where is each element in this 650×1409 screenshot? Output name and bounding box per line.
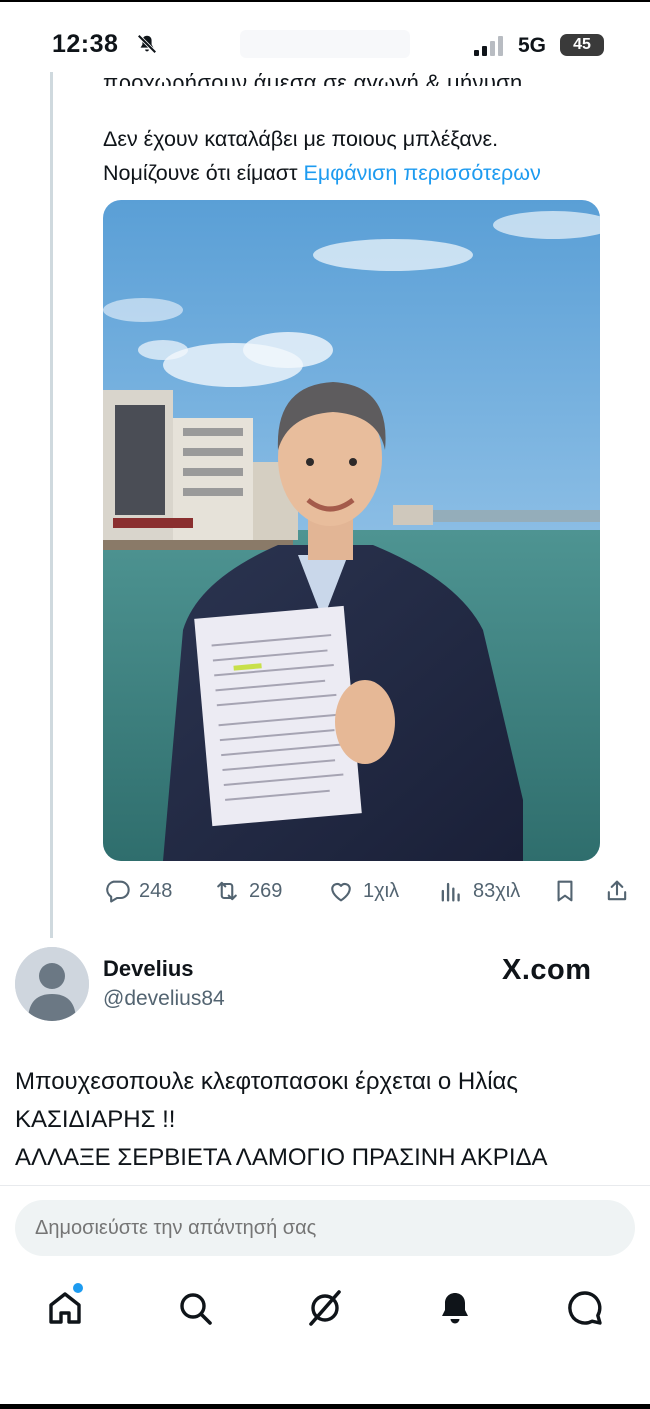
status-bar: 12:38 5G 45 bbox=[0, 0, 650, 72]
home-notification-dot bbox=[73, 1283, 83, 1293]
reply-text-line: ΑΛΛΑΞΕ ΣΕΡΒΙΕΤΑ ΛΑΜΟΓΙΟ ΠΡΑΣΙΝΗ ΑΚΡΙΔΑ bbox=[15, 1144, 548, 1171]
tweet-text-line: Νομίζουνε ότι είμαστ Εμφάνιση περισσότερ… bbox=[103, 156, 633, 190]
status-time: 12:38 bbox=[52, 30, 119, 58]
bookmark-button[interactable] bbox=[551, 873, 579, 909]
views-button[interactable]: 83χιλ bbox=[437, 873, 520, 909]
network-type: 5G bbox=[518, 34, 547, 57]
nav-home[interactable] bbox=[45, 1288, 85, 1328]
retweet-button[interactable]: 269 bbox=[213, 873, 282, 909]
tweet-text-fragment: Νομίζουνε ότι είμαστ bbox=[103, 161, 304, 185]
screen-bottom-edge bbox=[0, 1404, 650, 1409]
tweet-actions: 248 269 1χιλ 83χιλ bbox=[103, 873, 633, 909]
retweet-icon bbox=[217, 881, 237, 901]
compose-divider bbox=[0, 1185, 650, 1186]
comment-icon bbox=[106, 880, 130, 903]
messages-icon bbox=[568, 1291, 602, 1325]
nav-search[interactable] bbox=[175, 1288, 215, 1328]
reply-button[interactable]: 248 bbox=[103, 873, 172, 909]
grok-icon bbox=[309, 1290, 341, 1326]
nav-messages[interactable] bbox=[565, 1288, 605, 1328]
notifications-icon bbox=[442, 1293, 468, 1324]
tweet-photo[interactable] bbox=[103, 200, 600, 861]
bell-off-icon bbox=[137, 34, 157, 54]
home-icon bbox=[49, 1292, 81, 1324]
reply-text-line: Μπουχεσοπουλε κλεφτοπασοκι έρχεται ο Ηλί… bbox=[15, 1068, 518, 1095]
bookmark-icon bbox=[557, 880, 573, 902]
view-count: 83χιλ bbox=[473, 879, 521, 902]
tweet-text: Δεν έχουν καταλάβει με ποιους μπλέξανε. … bbox=[103, 122, 633, 190]
reply-display-name[interactable]: Develius bbox=[103, 956, 194, 982]
x-com-logo: X.com bbox=[502, 954, 592, 986]
photo-illustration bbox=[103, 200, 600, 861]
battery-indicator: 45 bbox=[560, 34, 604, 56]
avatar[interactable] bbox=[15, 947, 89, 1021]
like-button[interactable]: 1χιλ bbox=[327, 873, 399, 909]
search-icon bbox=[180, 1293, 212, 1325]
thread-connector-line bbox=[50, 72, 53, 938]
reply-compose-input[interactable] bbox=[15, 1200, 635, 1256]
header-title-ghost bbox=[240, 30, 410, 58]
share-button[interactable] bbox=[603, 873, 631, 909]
views-icon bbox=[441, 882, 460, 902]
share-icon bbox=[607, 880, 627, 901]
heart-icon bbox=[331, 882, 351, 902]
tweet-text-line: Δεν έχουν καταλάβει με ποιους μπλέξανε. bbox=[103, 127, 499, 151]
reply-text: Μπουχεσοπουλε κλεφτοπασοκι έρχεται ο Ηλί… bbox=[15, 1063, 640, 1177]
reply-text-line: ΚΑΣΙΔΙΑΡΗΣ !! bbox=[15, 1106, 176, 1133]
like-count: 1χιλ bbox=[363, 879, 400, 902]
reply-handle[interactable]: @develius84 bbox=[103, 987, 225, 1011]
reply-count: 248 bbox=[139, 879, 173, 902]
retweet-count: 269 bbox=[249, 879, 283, 902]
show-more-link[interactable]: Εμφάνιση περισσότερων bbox=[304, 161, 541, 185]
default-avatar-icon bbox=[15, 947, 89, 1021]
nav-grok[interactable] bbox=[305, 1288, 345, 1328]
nav-notifications[interactable] bbox=[435, 1288, 475, 1328]
signal-icon bbox=[474, 36, 503, 56]
screen-top-edge bbox=[0, 0, 650, 2]
